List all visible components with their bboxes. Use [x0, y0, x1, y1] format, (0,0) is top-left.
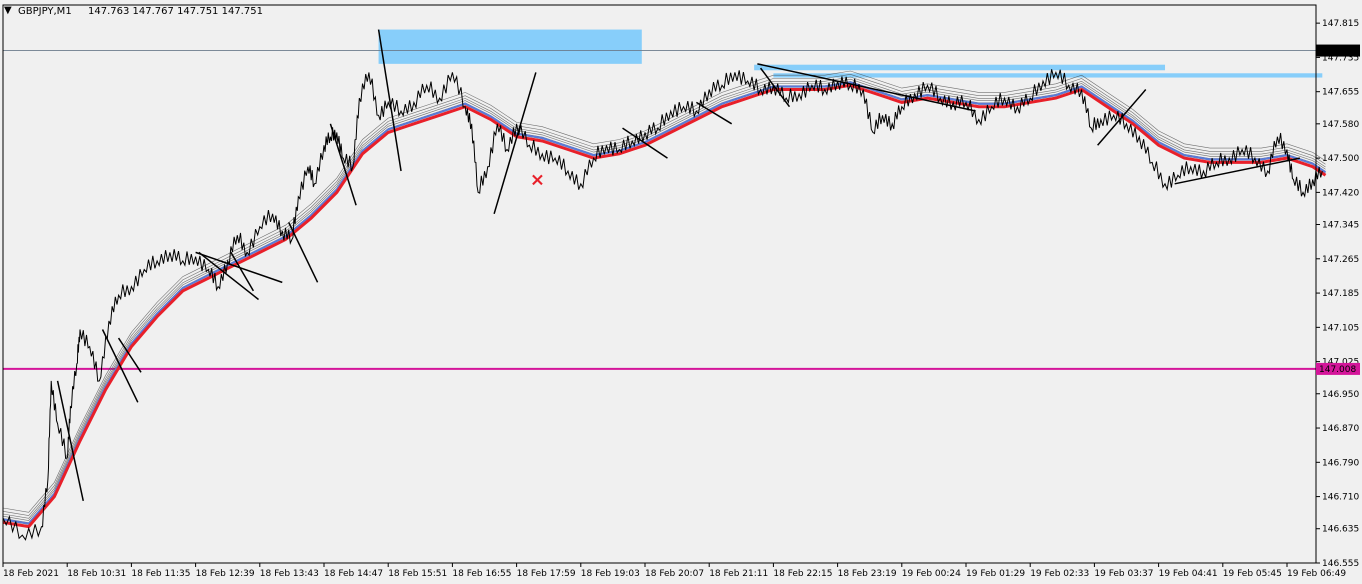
x-tick-label: 18 Feb 21:11	[709, 569, 768, 579]
symbol-menu-icon[interactable]: ▼	[4, 5, 12, 16]
y-tick-label: 147.265	[1322, 255, 1359, 265]
price-line	[2, 69, 1323, 541]
x-tick-label: 18 Feb 19:03	[581, 569, 640, 579]
x-tick-label: 18 Feb 16:55	[452, 569, 511, 579]
y-tick-label: 146.870	[1322, 424, 1359, 434]
y-tick-label: 146.635	[1322, 525, 1359, 535]
supply-zone-0[interactable]	[378, 29, 642, 64]
x-tick-label: 19 Feb 01:29	[966, 569, 1025, 579]
trendline-9[interactable]	[493, 72, 537, 215]
x-tick-label: 19 Feb 00:24	[902, 569, 961, 579]
x-tick-label: 18 Feb 2021	[3, 569, 59, 579]
x-tick-label: 18 Feb 11:35	[131, 569, 190, 579]
x-tick-label: 19 Feb 04:41	[1159, 569, 1218, 579]
x-tick-label: 19 Feb 06:49	[1287, 569, 1346, 579]
y-tick-label: 147.420	[1322, 188, 1359, 198]
level-price-tag: 147.008	[1319, 365, 1356, 375]
x-tick-label: 19 Feb 03:37	[1094, 569, 1153, 579]
x-tick-label: 18 Feb 13:43	[260, 569, 319, 579]
y-tick-label: 146.950	[1322, 390, 1359, 400]
x-tick-label: 18 Feb 10:31	[67, 569, 126, 579]
current-price-tag: 147.751	[1319, 47, 1356, 57]
price-chart[interactable]: × 147.815147.735147.655147.580147.500147…	[0, 0, 1362, 584]
y-tick-label: 147.815	[1322, 19, 1359, 29]
x-tick-label: 19 Feb 02:33	[1030, 569, 1089, 579]
chart-window[interactable]: × 147.815 147.735 147.655 147.580 147.500 147…	[0, 0, 1362, 584]
x-tick-label: 19 Feb 05:45	[1223, 569, 1282, 579]
ohlc-readout: 147.763 147.767 147.751 147.751	[88, 6, 263, 17]
y-tick-label: 147.500	[1322, 154, 1359, 164]
y-tick-label: 146.790	[1322, 458, 1359, 468]
x-tick-label: 18 Feb 14:47	[324, 569, 383, 579]
ema-ribbon-line-2	[2, 76, 1326, 519]
y-tick-label: 147.345	[1322, 221, 1359, 231]
x-tick-label: 18 Feb 22:15	[773, 569, 832, 579]
x-tick-label: 18 Feb 20:07	[645, 569, 704, 579]
trendline-6[interactable]	[288, 222, 319, 283]
symbol-title: GBPJPY,M1	[18, 6, 72, 17]
supply-zone-1[interactable]	[754, 64, 1166, 71]
ema-ribbon-line-5	[2, 82, 1326, 525]
x-tick-label: 18 Feb 17:59	[517, 569, 576, 579]
ema-blue-line	[2, 81, 1327, 525]
ema-ribbon-line-1	[2, 73, 1326, 516]
x-tick-label: 18 Feb 15:51	[388, 569, 447, 579]
y-tick-label: 146.710	[1322, 493, 1359, 503]
y-tick-label: 147.185	[1322, 289, 1359, 299]
x-tick-label: 18 Feb 12:39	[196, 569, 255, 579]
delete-marker-icon[interactable]: ×	[530, 170, 545, 191]
y-tick-label: 147.580	[1322, 120, 1359, 130]
ema-ribbon-line-3	[2, 78, 1326, 521]
ema-main-line	[2, 83, 1327, 529]
x-tick-label: 18 Feb 23:19	[838, 569, 897, 579]
ema-ribbon-line-4	[2, 81, 1326, 524]
y-tick-label: 147.655	[1322, 88, 1359, 98]
y-tick-label: 146.555	[1322, 559, 1359, 569]
y-tick-label: 147.105	[1322, 323, 1359, 333]
